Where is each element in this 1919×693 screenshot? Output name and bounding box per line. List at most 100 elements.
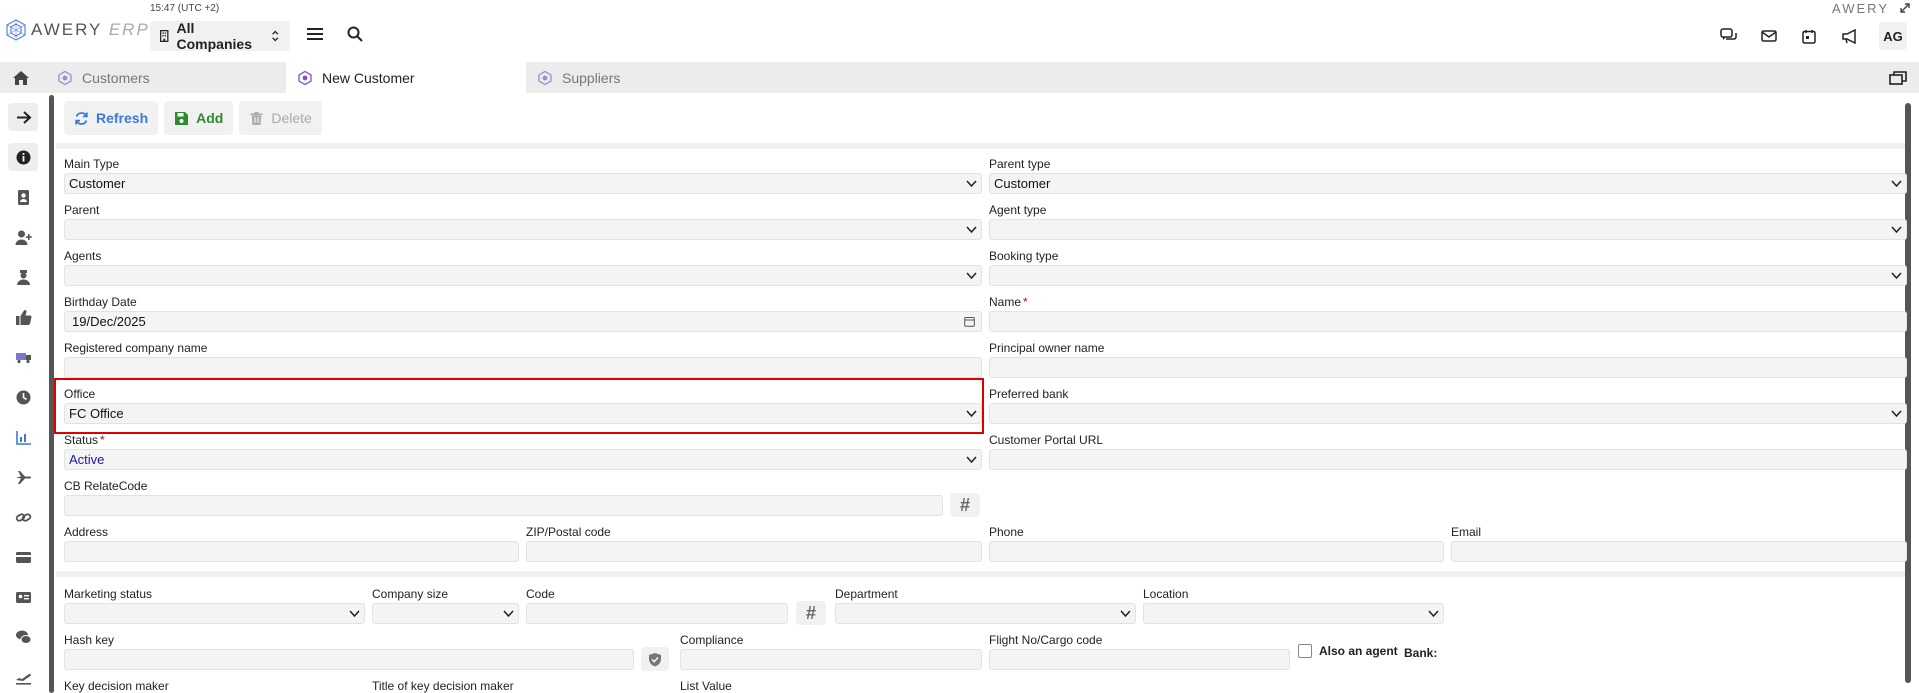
parent-type-field: Parent type Customer	[989, 157, 1907, 194]
sidebar-item-info[interactable]	[8, 143, 38, 171]
megaphone-icon[interactable]	[1839, 26, 1859, 46]
chat-icon[interactable]	[1719, 26, 1739, 46]
address-input[interactable]	[64, 541, 519, 562]
compliance-input[interactable]	[680, 649, 982, 670]
sidebar-item-agent[interactable]	[8, 263, 38, 291]
delete-button[interactable]: Delete	[239, 101, 322, 135]
refresh-button[interactable]: Refresh	[64, 101, 159, 135]
cb-relate-input[interactable]	[64, 495, 943, 516]
user-avatar[interactable]: AG	[1879, 22, 1907, 50]
flight-no-input[interactable]	[989, 649, 1290, 670]
calendar-icon[interactable]	[1799, 26, 1819, 46]
company-size-field: Company size	[372, 587, 519, 624]
zip-input[interactable]	[526, 541, 982, 562]
registered-company-field: Registered company name	[64, 341, 982, 378]
chevron-down-icon	[1891, 410, 1902, 418]
sidebar-collapse-toggle[interactable]	[8, 103, 38, 131]
sidebar-item-feedback[interactable]	[8, 303, 38, 331]
truck-list-icon	[15, 352, 31, 363]
mail-icon[interactable]	[1759, 26, 1779, 46]
header-actions: AG	[1719, 22, 1907, 50]
arrow-right-icon	[16, 110, 31, 124]
sidebar-item-contacts[interactable]	[8, 183, 38, 211]
agent-type-select[interactable]	[989, 219, 1907, 240]
code-field: Code	[526, 587, 788, 624]
hexagon-icon	[538, 70, 552, 85]
name-field: Name *	[989, 295, 1907, 332]
location-select[interactable]	[1143, 603, 1444, 624]
sidebar-item-billing[interactable]	[8, 543, 38, 571]
sidebar	[0, 93, 46, 693]
building-icon	[160, 30, 169, 42]
windows-icon[interactable]	[1889, 70, 1907, 86]
status-select[interactable]: Active	[64, 449, 982, 470]
phone-input[interactable]	[989, 541, 1444, 562]
bank-label: Bank:	[1404, 646, 1438, 660]
title-key-decision-maker-field: Title of key decision maker	[372, 679, 514, 693]
add-button[interactable]: Add	[164, 101, 234, 135]
verify-hash-button[interactable]	[641, 647, 669, 671]
checkbox-box[interactable]	[1298, 644, 1312, 658]
tab-new-customer[interactable]: New Customer	[286, 62, 526, 93]
company-selector[interactable]: All Companies	[150, 20, 290, 52]
main-type-select[interactable]: Customer	[64, 173, 982, 194]
app-logo[interactable]: AWERY ERP	[5, 19, 150, 41]
marketing-status-select[interactable]	[64, 603, 365, 624]
calendar-icon[interactable]	[964, 316, 975, 327]
birthday-input[interactable]: 19/Dec/2025	[64, 311, 982, 332]
generate-cb-code-button[interactable]: #	[950, 493, 980, 517]
portal-url-input[interactable]	[989, 449, 1907, 470]
chevron-down-icon	[966, 180, 977, 188]
parent-type-select[interactable]: Customer	[989, 173, 1907, 194]
section-divider	[56, 571, 1911, 577]
birthday-field: Birthday Date 19/Dec/2025	[64, 295, 982, 332]
principal-owner-input[interactable]	[989, 357, 1907, 378]
chevron-down-icon	[966, 456, 977, 464]
hash-key-input[interactable]	[64, 649, 634, 670]
tab-suppliers[interactable]: Suppliers	[526, 62, 766, 93]
sidebar-item-id-card[interactable]	[8, 583, 38, 611]
company-size-select[interactable]	[372, 603, 519, 624]
department-select[interactable]	[835, 603, 1136, 624]
parent-select[interactable]	[64, 219, 982, 240]
registered-company-input[interactable]	[64, 357, 982, 378]
email-field: Email	[1451, 525, 1907, 562]
agents-select[interactable]	[64, 265, 982, 286]
user-tie-icon	[16, 269, 30, 285]
search-icon[interactable]	[345, 24, 365, 44]
sidebar-item-links[interactable]	[8, 503, 38, 531]
sidebar-item-reports[interactable]	[8, 423, 38, 451]
location-field: Location	[1143, 587, 1444, 624]
sidebar-item-flights[interactable]	[8, 463, 38, 491]
status-field: Status * Active	[64, 433, 982, 470]
menu-icon[interactable]	[305, 24, 325, 44]
preferred-bank-select[interactable]	[989, 403, 1907, 424]
clock-icon	[16, 390, 30, 404]
flight-no-field: Flight No/Cargo code	[989, 633, 1290, 670]
main-type-field: Main Type Customer	[64, 157, 982, 194]
hexagon-icon	[298, 70, 312, 85]
sidebar-item-shipments[interactable]	[8, 343, 38, 371]
agent-type-field: Agent type	[989, 203, 1907, 240]
expand-icon[interactable]	[1899, 2, 1911, 14]
email-input[interactable]	[1451, 541, 1907, 562]
tab-customers[interactable]: Customers	[46, 62, 286, 93]
office-select[interactable]: FC Office	[64, 403, 982, 424]
name-input[interactable]	[989, 311, 1907, 332]
booking-type-select[interactable]	[989, 265, 1907, 286]
chevron-down-icon	[1120, 610, 1131, 618]
code-input[interactable]	[526, 603, 788, 624]
sidebar-item-history[interactable]	[8, 383, 38, 411]
also-agent-checkbox[interactable]: Also an agent	[1298, 644, 1398, 658]
hash-key-field: Hash key	[64, 633, 634, 670]
customer-form: Refresh Add Delete Main Type Customer Pa…	[54, 93, 1911, 693]
principal-owner-field: Principal owner name	[989, 341, 1907, 378]
sidebar-item-messages[interactable]	[8, 623, 38, 651]
home-icon[interactable]	[12, 69, 30, 87]
link-icon	[15, 512, 31, 522]
sidebar-item-add-user[interactable]	[8, 223, 38, 251]
sidebar-item-departures[interactable]	[8, 663, 38, 691]
booking-type-field: Booking type	[989, 249, 1907, 286]
generate-code-button[interactable]: #	[796, 601, 826, 625]
compliance-field: Compliance	[680, 633, 982, 670]
